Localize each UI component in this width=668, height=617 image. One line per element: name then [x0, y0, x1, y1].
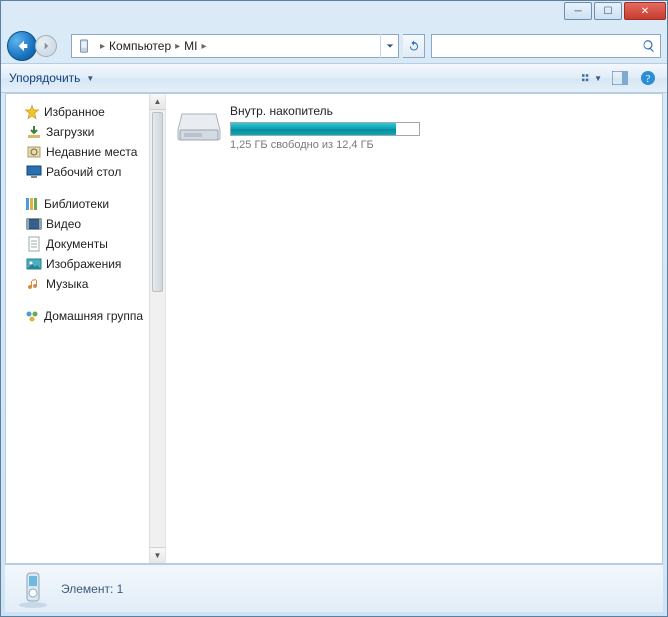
homegroup-label: Домашняя группа: [44, 309, 143, 323]
homegroup-group: Домашняя группа: [8, 306, 163, 326]
help-icon: ?: [640, 70, 656, 86]
status-bar: Элемент: 1: [5, 564, 663, 612]
view-options-button[interactable]: ▼: [581, 67, 603, 89]
device-status-icon: [15, 569, 51, 609]
close-button[interactable]: ✕: [624, 2, 666, 20]
libraries-icon: [24, 196, 40, 212]
scroll-up-icon[interactable]: ▲: [150, 94, 165, 110]
downloads-icon: [26, 124, 42, 140]
sidebar-item-pictures[interactable]: Изображения: [8, 254, 163, 274]
device-icon: [76, 38, 92, 54]
forward-button[interactable]: [35, 35, 57, 57]
chevron-down-icon: ▼: [594, 74, 602, 83]
sidebar-item-documents[interactable]: Документы: [8, 234, 163, 254]
sidebar-scrollbar[interactable]: ▲ ▼: [149, 94, 165, 563]
libraries-group: Библиотеки Видео Документы Изображения М…: [8, 194, 163, 294]
nav-buttons: [7, 31, 67, 61]
refresh-icon: [408, 40, 420, 52]
sidebar-item-video[interactable]: Видео: [8, 214, 163, 234]
chevron-right-icon: ▸: [175, 41, 180, 52]
libraries-header[interactable]: Библиотеки: [8, 194, 163, 214]
storage-bar: [230, 122, 420, 136]
search-input[interactable]: [431, 34, 661, 58]
sidebar-item-desktop[interactable]: Рабочий стол: [8, 162, 163, 182]
refresh-button[interactable]: [403, 34, 425, 58]
back-button[interactable]: [7, 31, 37, 61]
documents-icon: [26, 236, 42, 252]
homegroup-icon: [24, 308, 40, 324]
sidebar-item-label: Музыка: [46, 277, 88, 291]
sidebar-item-recent[interactable]: Недавние места: [8, 142, 163, 162]
libraries-label: Библиотеки: [44, 197, 109, 211]
sidebar-item-music[interactable]: Музыка: [8, 274, 163, 294]
sidebar-item-label: Недавние места: [46, 145, 137, 159]
sidebar-item-label: Изображения: [46, 257, 121, 271]
view-icon: [582, 71, 592, 85]
toolbar: Упорядочить ▼ ▼ ?: [1, 63, 667, 93]
drive-free-text: 1,25 ГБ свободно из 12,4 ГБ: [230, 139, 436, 151]
organize-button[interactable]: Упорядочить ▼: [9, 71, 94, 85]
recent-icon: [26, 144, 42, 160]
scroll-thumb[interactable]: [152, 112, 163, 292]
svg-text:?: ?: [646, 73, 651, 85]
preview-pane-button[interactable]: [609, 67, 631, 89]
breadcrumb-root[interactable]: Компьютер: [109, 39, 171, 53]
minimize-icon: ─: [574, 6, 581, 17]
star-icon: [24, 104, 40, 120]
pane-icon: [612, 71, 628, 85]
scroll-down-icon[interactable]: ▼: [150, 547, 165, 563]
titlebar: ─ ☐ ✕: [1, 1, 667, 29]
nav-row: ▸ Компьютер ▸ MI ▸: [1, 29, 667, 63]
sidebar-item-downloads[interactable]: Загрузки: [8, 122, 163, 142]
breadcrumb-folder[interactable]: MI: [184, 39, 197, 53]
favorites-header[interactable]: Избранное: [8, 102, 163, 122]
address-dropdown[interactable]: [380, 34, 398, 58]
explorer-window: ─ ☐ ✕ ▸ Компьютер ▸ MI ▸: [0, 0, 668, 617]
homegroup-header[interactable]: Домашняя группа: [8, 306, 163, 326]
video-icon: [26, 216, 42, 232]
status-text: Элемент: 1: [61, 582, 123, 596]
drive-icon: [176, 108, 222, 144]
storage-bar-fill: [231, 123, 396, 135]
sidebar-item-label: Рабочий стол: [46, 165, 121, 179]
help-button[interactable]: ?: [637, 67, 659, 89]
content-pane: Внутр. накопитель 1,25 ГБ свободно из 12…: [166, 94, 662, 563]
address-bar[interactable]: ▸ Компьютер ▸ MI ▸: [71, 34, 399, 58]
drive-name: Внутр. накопитель: [230, 104, 436, 118]
drive-item[interactable]: Внутр. накопитель 1,25 ГБ свободно из 12…: [176, 104, 436, 151]
pictures-icon: [26, 256, 42, 272]
favorites-label: Избранное: [44, 105, 105, 119]
chevron-right-icon: ▸: [100, 41, 105, 52]
favorites-group: Избранное Загрузки Недавние места Рабочи…: [8, 102, 163, 182]
maximize-button[interactable]: ☐: [594, 2, 622, 20]
sidebar-item-label: Видео: [46, 217, 81, 231]
arrow-right-icon: [41, 41, 51, 51]
desktop-icon: [26, 164, 42, 180]
minimize-button[interactable]: ─: [564, 2, 592, 20]
maximize-icon: ☐: [604, 6, 613, 17]
chevron-down-icon: ▼: [86, 74, 94, 83]
arrow-left-icon: [14, 38, 30, 54]
body: Избранное Загрузки Недавние места Рабочи…: [5, 93, 663, 564]
navigation-pane: Избранное Загрузки Недавние места Рабочи…: [6, 94, 166, 563]
sidebar-item-label: Загрузки: [46, 125, 94, 139]
chevron-right-icon: ▸: [202, 41, 207, 52]
search-icon: [642, 39, 656, 53]
drive-info: Внутр. накопитель 1,25 ГБ свободно из 12…: [230, 104, 436, 151]
close-icon: ✕: [641, 6, 649, 17]
organize-label: Упорядочить: [9, 71, 80, 85]
sidebar-item-label: Документы: [46, 237, 108, 251]
music-icon: [26, 276, 42, 292]
